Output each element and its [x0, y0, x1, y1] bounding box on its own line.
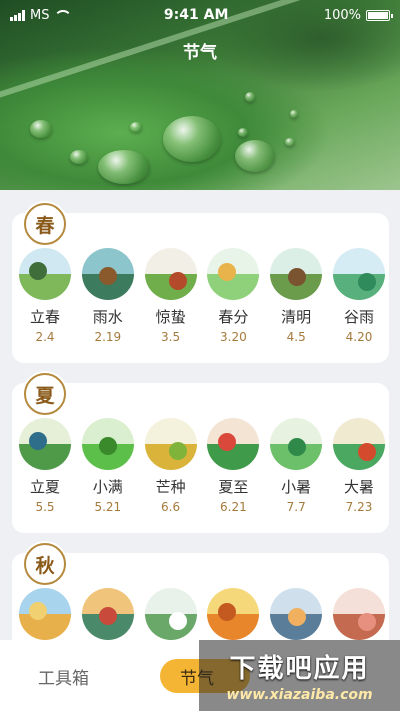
- solar-term-illustration: [81, 248, 134, 300]
- solar-term-item[interactable]: 立秋: [17, 588, 73, 640]
- water-drop: [163, 116, 221, 162]
- header-banner: MS 9:41 AM 100% 节气: [0, 0, 400, 190]
- solar-term-date: 5.5: [35, 500, 55, 514]
- solar-term-item[interactable]: 寒露: [268, 588, 324, 640]
- water-drop: [235, 140, 275, 172]
- water-drop: [98, 150, 150, 184]
- battery-icon: [365, 9, 393, 21]
- season-name: 秋: [35, 554, 55, 577]
- solar-term-item[interactable]: 白露: [143, 588, 199, 640]
- season-card-spring: 春 立春 2.4 雨水 2.19 惊蛰 3.5 春分 3.20 清明 4.5 谷雨 4.20: [12, 203, 389, 363]
- season-badge: 秋: [24, 543, 66, 585]
- solar-term-illustration: [19, 418, 71, 470]
- solar-term-date: 7.23: [345, 500, 373, 514]
- solar-term-date: 4.20: [345, 330, 373, 344]
- solar-term-illustration: [270, 418, 323, 470]
- solar-term-illustration: [19, 248, 71, 300]
- solar-term-illustration: [332, 248, 385, 300]
- solar-term-item[interactable]: 处暑: [80, 588, 136, 640]
- solar-term-illustration: [144, 588, 197, 640]
- solar-term-illustration: [81, 418, 134, 470]
- status-bar: MS 9:41 AM 100%: [0, 0, 400, 30]
- solar-term-item[interactable]: 小暑 7.7: [268, 418, 324, 514]
- solar-term-illustration: [19, 588, 71, 640]
- solar-term-item[interactable]: 清明 4.5: [268, 248, 324, 344]
- season-card-autumn: 秋 立秋处暑白露秋分寒露霜降: [12, 543, 389, 640]
- solar-term-item[interactable]: 春分 3.20: [205, 248, 261, 344]
- solar-term-date: 5.21: [94, 500, 122, 514]
- solar-term-date: 3.5: [161, 330, 181, 344]
- solar-term-date: 2.4: [35, 330, 55, 344]
- watermark-title: 下载吧应用: [229, 654, 370, 684]
- solar-term-name: 惊蛰: [155, 308, 186, 326]
- solar-term-name: 芒种: [155, 478, 186, 496]
- solar-term-illustration: [270, 248, 323, 300]
- battery-percent: 100%: [323, 7, 361, 23]
- solar-term-illustration: [207, 418, 260, 470]
- solar-terms-list[interactable]: 春 立春 2.4 雨水 2.19 惊蛰 3.5 春分 3.20 清明 4.5 谷雨 4.20 夏 立夏…: [0, 190, 400, 640]
- solar-term-date: 4.5: [286, 330, 306, 344]
- solar-term-item[interactable]: 小满 5.21: [80, 418, 136, 514]
- solar-term-illustration: [332, 588, 385, 640]
- solar-term-name: 清明: [281, 308, 312, 326]
- carrier-label: MS: [30, 7, 50, 23]
- solar-term-name: 大暑: [343, 478, 374, 496]
- season-badge: 夏: [24, 373, 66, 415]
- solar-term-date: 6.6: [161, 500, 181, 514]
- water-drop: [245, 92, 255, 102]
- status-time: 9:41 AM: [163, 7, 229, 23]
- season-card-summer: 夏 立夏 5.5 小满 5.21 芒种 6.6 夏至 6.21 小暑 7.7 大暑 7.23: [12, 373, 389, 533]
- solar-term-name: 立春: [29, 308, 60, 326]
- solar-term-date: 7.7: [286, 500, 306, 514]
- solar-term-illustration: [207, 248, 260, 300]
- solar-term-illustration: [207, 588, 260, 640]
- site-watermark: 下载吧应用 www.xiazaiba.com: [199, 640, 400, 711]
- solar-term-item[interactable]: 大暑 7.23: [331, 418, 387, 514]
- solar-term-item[interactable]: 芒种 6.6: [143, 418, 199, 514]
- solar-term-item[interactable]: 霜降: [331, 588, 387, 640]
- season-name: 夏: [35, 384, 55, 407]
- tab-toolbox[interactable]: 工具箱: [38, 664, 89, 689]
- water-drop: [290, 110, 298, 118]
- solar-term-name: 雨水: [92, 308, 123, 326]
- solar-term-name: 谷雨: [343, 308, 374, 326]
- water-drop: [130, 122, 142, 132]
- solar-term-illustration: [81, 588, 134, 640]
- watermark-url: www.xiazaiba.com: [226, 687, 373, 703]
- solar-term-illustration: [144, 418, 197, 470]
- water-drop: [238, 128, 248, 137]
- solar-term-item[interactable]: 夏至 6.21: [205, 418, 261, 514]
- solar-term-item[interactable]: 立夏 5.5: [17, 418, 73, 514]
- solar-term-illustration: [332, 418, 385, 470]
- season-badge: 春: [24, 203, 66, 245]
- solar-term-date: 3.20: [220, 330, 247, 344]
- solar-term-item[interactable]: 谷雨 4.20: [331, 248, 387, 344]
- solar-term-illustration: [144, 248, 197, 300]
- solar-term-item[interactable]: 惊蛰 3.5: [143, 248, 199, 344]
- solar-term-name: 夏至: [218, 478, 249, 496]
- wifi-icon: [54, 9, 73, 21]
- solar-term-illustration: [270, 588, 323, 640]
- solar-term-name: 春分: [218, 308, 249, 326]
- solar-term-item[interactable]: 秋分: [205, 588, 261, 640]
- solar-term-name: 小满: [92, 478, 123, 496]
- water-drop: [70, 150, 88, 164]
- solar-term-date: 2.19: [94, 330, 122, 344]
- solar-term-item[interactable]: 立春 2.4: [17, 248, 73, 344]
- water-drop: [285, 138, 295, 146]
- solar-term-item[interactable]: 雨水 2.19: [80, 248, 136, 344]
- solar-term-date: 6.21: [220, 500, 247, 514]
- water-drop: [30, 120, 52, 138]
- season-name: 春: [35, 214, 55, 237]
- solar-term-name: 立夏: [29, 478, 60, 496]
- page-title: 节气: [183, 43, 217, 63]
- signal-icon: [10, 9, 25, 21]
- solar-term-name: 小暑: [281, 478, 312, 496]
